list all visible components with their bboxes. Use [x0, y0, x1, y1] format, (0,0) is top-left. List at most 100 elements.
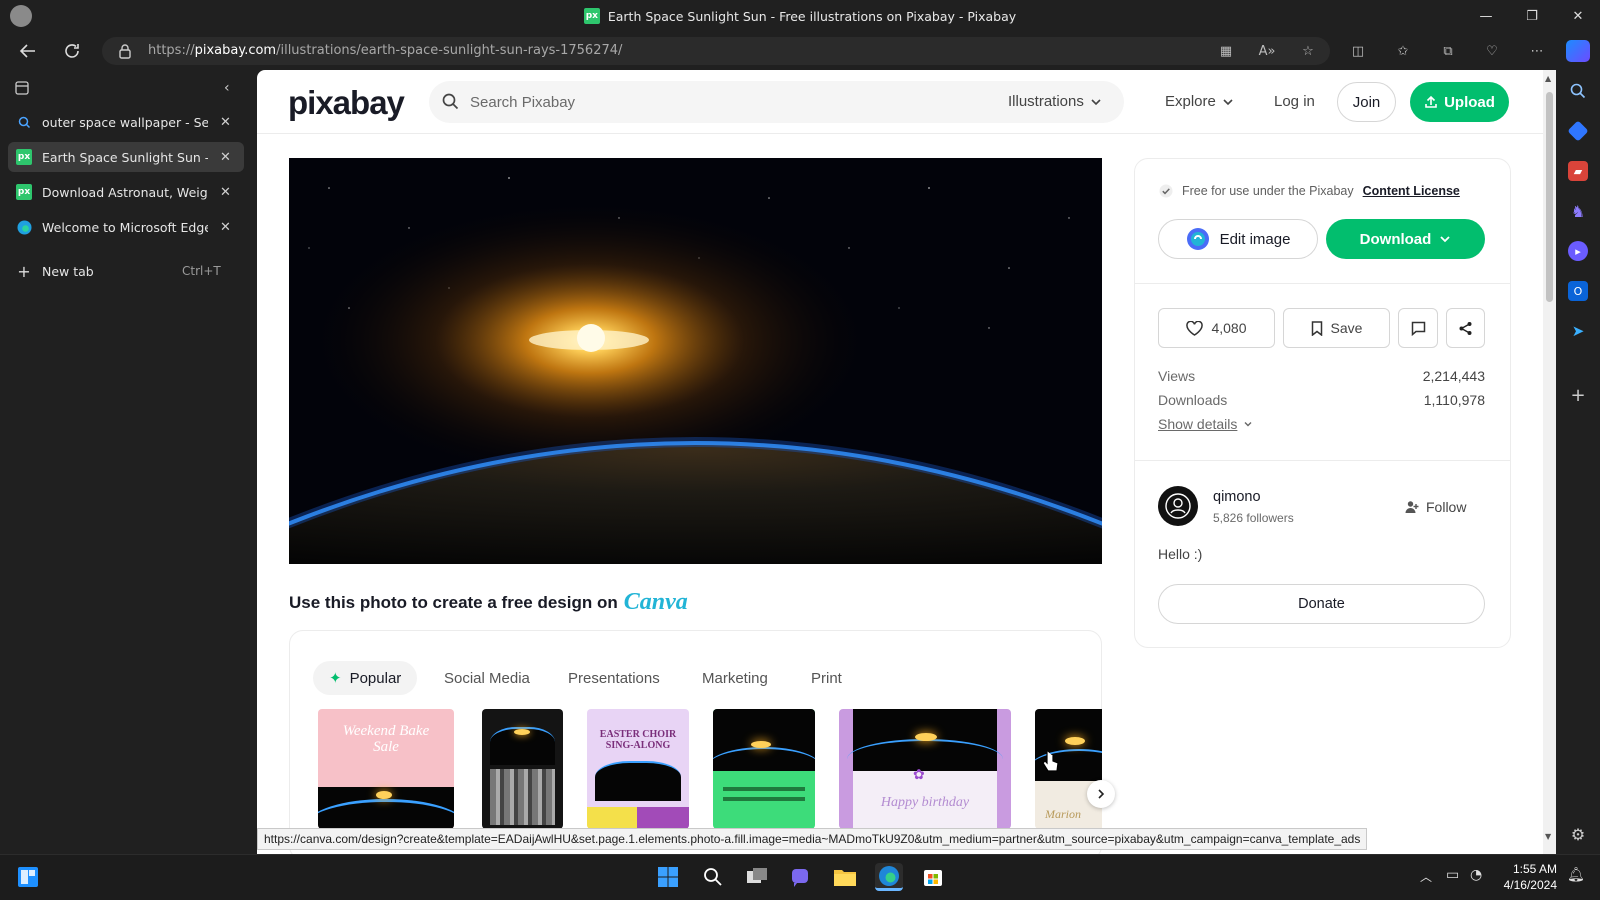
edge-sidebar: [1556, 70, 1600, 854]
favorites-icon[interactable]: ✩: [1390, 40, 1416, 62]
tab-outer-space-search[interactable]: outer space wallpaper - Search ✕: [8, 107, 244, 137]
tab-download-astronaut[interactable]: px Download Astronaut, Weightless ✕: [8, 177, 244, 207]
add-app-icon[interactable]: +: [1568, 385, 1588, 406]
games-icon[interactable]: ♞: [1568, 201, 1588, 221]
minimize-button[interactable]: —: [1463, 0, 1509, 32]
chevron-down-icon: [1091, 98, 1101, 105]
canva-tab-marketing[interactable]: Marketing: [702, 661, 768, 695]
template-green-flyer[interactable]: [713, 709, 815, 829]
like-button[interactable]: 4,080: [1158, 308, 1275, 348]
close-tab-icon[interactable]: ✕: [220, 185, 231, 200]
close-window-button[interactable]: ✕: [1555, 0, 1600, 32]
browser-essentials-icon[interactable]: ♡: [1479, 40, 1505, 62]
login-link[interactable]: Log in: [1274, 93, 1315, 110]
scrollbar-thumb[interactable]: [1546, 92, 1553, 302]
search-icon[interactable]: [1568, 81, 1588, 101]
outlook-icon[interactable]: O: [1568, 281, 1588, 301]
search-input[interactable]: [470, 91, 950, 113]
carousel-next-button[interactable]: [1087, 780, 1115, 808]
more-menu-icon[interactable]: ⋯: [1524, 40, 1550, 62]
canva-tab-social-media[interactable]: Social Media: [444, 661, 530, 695]
header-divider: [257, 133, 1543, 134]
tools-icon[interactable]: ▰: [1568, 161, 1588, 181]
app-available-icon[interactable]: ▦: [1213, 40, 1239, 62]
edge-taskbar-icon[interactable]: [875, 863, 903, 891]
comment-button[interactable]: [1398, 308, 1438, 348]
explore-menu[interactable]: Explore: [1165, 93, 1234, 110]
close-tab-icon[interactable]: ✕: [220, 150, 231, 165]
edit-image-button[interactable]: Edit image: [1158, 219, 1318, 259]
pixabay-logo[interactable]: pixabay: [288, 84, 405, 122]
widgets-icon[interactable]: [14, 863, 42, 891]
template-happy-birthday[interactable]: ✿ Happy birthday: [839, 709, 1011, 829]
close-tab-icon[interactable]: ✕: [220, 220, 231, 235]
send-icon[interactable]: ➤: [1568, 321, 1588, 341]
copilot-icon[interactable]: [1566, 40, 1590, 62]
donate-button[interactable]: Donate: [1158, 584, 1485, 624]
upload-button[interactable]: Upload: [1410, 82, 1509, 122]
new-tab-label: New tab: [42, 263, 94, 279]
tab-actions-icon[interactable]: [14, 80, 30, 96]
content-license-link[interactable]: Content License: [1363, 184, 1460, 198]
license-text: Free for use under the Pixabay: [1182, 184, 1354, 198]
scroll-up-icon[interactable]: ▲: [1545, 74, 1551, 83]
canva-tab-popular[interactable]: ✦ Popular: [313, 661, 418, 695]
canva-edit-icon: [1186, 228, 1209, 250]
tab-earth-space[interactable]: px Earth Space Sunlight Sun - Free illus…: [8, 142, 244, 172]
bookmark-icon: [1311, 320, 1322, 336]
split-screen-icon[interactable]: ◫: [1345, 40, 1371, 62]
user-bio: Hello :): [1158, 546, 1203, 562]
teams-chat-icon[interactable]: [787, 863, 815, 891]
collections-icon[interactable]: ⧉: [1435, 40, 1461, 62]
lock-icon[interactable]: [118, 43, 132, 59]
template-easter-choir[interactable]: EASTER CHOIR SING-ALONG: [587, 709, 689, 829]
like-count: 4,080: [1211, 320, 1247, 336]
start-icon[interactable]: [654, 863, 682, 891]
system-clock[interactable]: 1:55 AM 4/16/2024: [1497, 861, 1557, 893]
settings-gear-icon[interactable]: ⚙: [1568, 824, 1588, 844]
display-icon[interactable]: ▭: [1446, 867, 1459, 883]
favorite-star-icon[interactable]: ☆: [1295, 40, 1321, 62]
file-explorer-icon[interactable]: [831, 863, 859, 891]
tab-label: Download Astronaut, Weightless: [42, 184, 208, 200]
scroll-down-icon[interactable]: ▼: [1545, 832, 1551, 841]
canva-tab-print[interactable]: Print: [811, 661, 842, 695]
read-aloud-icon[interactable]: A»: [1254, 40, 1280, 62]
template-city-story[interactable]: [482, 709, 563, 829]
copilot-app-icon[interactable]: ▸: [1568, 241, 1588, 261]
tray-chevron-icon[interactable]: ︿: [1420, 868, 1432, 885]
comment-icon: [1411, 321, 1425, 336]
task-view-icon[interactable]: [743, 863, 771, 891]
user-avatar[interactable]: [1158, 486, 1198, 526]
notification-bell-icon[interactable]: 🔔︎: [1567, 867, 1585, 883]
media-type-select[interactable]: Illustrations: [1008, 93, 1102, 110]
tab-welcome-edge[interactable]: Welcome to Microsoft Edge ✕: [8, 212, 244, 242]
network-icon[interactable]: ◔: [1470, 867, 1482, 883]
restore-button[interactable]: ❐: [1509, 0, 1555, 32]
username-link[interactable]: qimono: [1213, 489, 1261, 505]
taskbar-search-icon[interactable]: [699, 863, 727, 891]
address-url[interactable]: https://pixabay.com/illustrations/earth-…: [148, 43, 622, 58]
store-icon[interactable]: [919, 863, 947, 891]
join-button[interactable]: Join: [1337, 82, 1396, 122]
share-button[interactable]: [1446, 308, 1485, 348]
search-icon[interactable]: [442, 93, 459, 110]
refresh-button[interactable]: [57, 37, 87, 65]
follow-button[interactable]: Follow: [1405, 499, 1466, 515]
template-bake-sale[interactable]: Weekend Bake Sale: [318, 709, 454, 829]
back-button[interactable]: [13, 37, 43, 65]
chevron-down-icon: [1223, 98, 1233, 105]
new-tab-button[interactable]: + New tab Ctrl+T: [8, 256, 244, 286]
chevron-down-icon: [1440, 236, 1450, 243]
follow-label: Follow: [1426, 499, 1467, 515]
canva-tab-presentations[interactable]: Presentations: [568, 661, 660, 695]
download-button[interactable]: Download: [1326, 219, 1485, 259]
close-tab-icon[interactable]: ✕: [220, 115, 231, 130]
collapse-tabs-icon[interactable]: ‹: [224, 80, 230, 96]
show-details-link[interactable]: Show details: [1158, 416, 1253, 432]
canva-logo[interactable]: Canva: [624, 589, 688, 616]
save-button[interactable]: Save: [1283, 308, 1390, 348]
edge-icon: [16, 219, 32, 235]
downloads-value: 1,110,978: [1423, 392, 1485, 408]
main-illustration[interactable]: [289, 158, 1102, 564]
